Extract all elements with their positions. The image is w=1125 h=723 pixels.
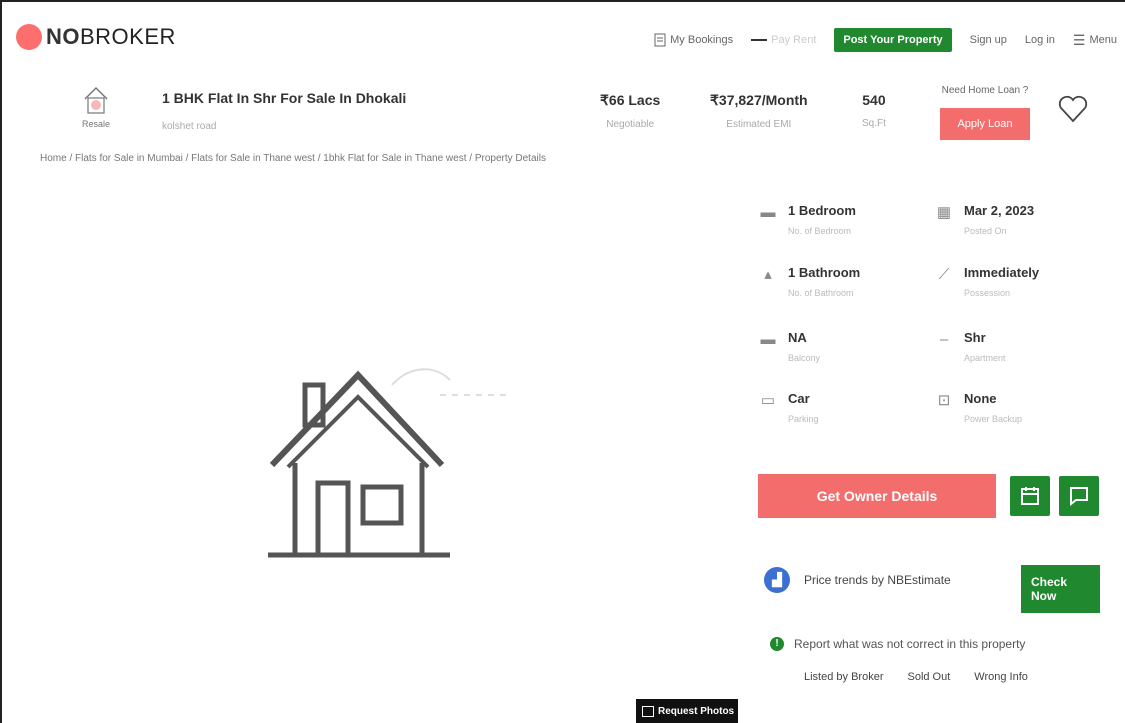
- logo-text-no: NO: [46, 24, 80, 49]
- detail-value: Car: [788, 391, 810, 406]
- detail-bathroom: ▴ 1 Bathroom No. of Bathroom: [758, 265, 860, 298]
- menu-label: Menu: [1089, 34, 1117, 46]
- my-bookings-label: My Bookings: [670, 34, 734, 46]
- log-in-link[interactable]: Log in: [1025, 34, 1055, 46]
- apply-loan-button[interactable]: Apply Loan: [940, 108, 1030, 140]
- detail-value: NA: [788, 330, 807, 345]
- calendar-icon: ▦: [936, 204, 952, 221]
- detail-value: Shr: [964, 330, 986, 345]
- chat-icon: [1070, 487, 1088, 506]
- alert-icon: !: [770, 637, 784, 651]
- shortlist-button[interactable]: [1058, 95, 1088, 128]
- breadcrumb[interactable]: Home / Flats for Sale in Mumbai / Flats …: [40, 153, 546, 164]
- detail-power-backup: ⊡ None Power Backup: [934, 391, 1022, 424]
- resale-label: Resale: [81, 119, 110, 129]
- sold-out-option[interactable]: Sold Out: [907, 671, 950, 683]
- emi-value: ₹37,827/Month: [710, 92, 808, 108]
- heart-icon: [1058, 95, 1088, 123]
- detail-label: Posted On: [964, 226, 1007, 236]
- detail-apartment: – Shr Apartment: [934, 330, 1006, 363]
- detail-balcony: ▬ NA Balcony: [758, 330, 821, 363]
- detail-value: Immediately: [964, 265, 1040, 280]
- detail-label: Power Backup: [964, 414, 1023, 424]
- area-block: 540 Sq.Ft: [862, 92, 886, 129]
- pay-rent-link[interactable]: Pay Rent: [751, 34, 816, 46]
- property-summary: Resale 1 BHK Flat In Shr For Sale In Dho…: [0, 85, 1125, 145]
- logo-dot-icon: [16, 24, 42, 50]
- wrong-info-option[interactable]: Wrong Info: [974, 671, 1028, 683]
- post-property-button[interactable]: Post Your Property: [834, 28, 952, 52]
- schedule-visit-button[interactable]: [1010, 476, 1050, 516]
- chart-icon: ▟: [764, 567, 790, 593]
- get-owner-details-button[interactable]: Get Owner Details: [758, 474, 996, 518]
- area-value: 540: [862, 92, 886, 108]
- detail-label: No. of Bathroom: [788, 288, 854, 298]
- detail-bedroom: ▬ 1 Bedroom No. of Bedroom: [758, 203, 856, 236]
- detail-value: 1 Bathroom: [788, 265, 861, 280]
- detail-label: Apartment: [964, 353, 1006, 363]
- building-icon: –: [939, 331, 949, 348]
- detail-value: None: [964, 391, 997, 406]
- report-label: Report what was not correct in this prop…: [794, 637, 1026, 651]
- resale-house-icon: [84, 86, 108, 114]
- bath-icon: ▴: [764, 266, 772, 283]
- detail-possession: ⟋ Immediately Possession: [934, 265, 1039, 298]
- report-options: Listed by Broker Sold Out Wrong Info: [804, 671, 1028, 683]
- house-placeholder-icon: [268, 368, 510, 558]
- photo-icon: [642, 705, 654, 717]
- pay-rent-icon: [751, 39, 768, 41]
- menu-button[interactable]: ☰ Menu: [1073, 32, 1117, 49]
- bookings-icon: [654, 33, 666, 47]
- detail-label: No. of Bedroom: [788, 226, 852, 236]
- price-block: ₹66 Lacs Negotiable: [600, 92, 660, 130]
- top-header: NOBROKER My Bookings Pay Rent Post Your …: [0, 0, 1125, 78]
- price-trends-label: Price trends by NBEstimate: [804, 573, 951, 587]
- top-nav: My Bookings Pay Rent Post Your Property …: [654, 28, 1117, 52]
- hamburger-icon: ☰: [1072, 31, 1086, 48]
- sign-up-link[interactable]: Sign up: [970, 34, 1007, 46]
- logo-text-broker: BROKER: [80, 24, 176, 49]
- detail-value: 1 Bedroom: [788, 203, 856, 218]
- check-now-button[interactable]: Check Now: [1021, 565, 1100, 613]
- price-value: ₹66 Lacs: [600, 92, 661, 108]
- emi-note: Estimated EMI: [726, 119, 792, 130]
- home-loan-block: Need Home Loan ? Apply Loan: [940, 85, 1030, 140]
- calendar-icon: [1021, 487, 1039, 505]
- resale-badge: Resale: [78, 85, 114, 129]
- key-icon: ⟋: [938, 266, 950, 283]
- price-note: Negotiable: [606, 119, 655, 130]
- area-unit: Sq.Ft: [862, 118, 886, 129]
- property-location: kolshet road: [162, 121, 217, 132]
- report-row: ! Report what was not correct in this pr…: [770, 637, 1025, 651]
- detail-posted-on: ▦ Mar 2, 2023 Posted On: [934, 203, 1034, 236]
- car-icon: ▭: [760, 392, 776, 409]
- detail-value: Mar 2, 2023: [964, 203, 1035, 218]
- price-trends-row: ▟ Price trends by NBEstimate Check Now: [764, 565, 1100, 613]
- balcony-icon: ▬: [760, 331, 776, 348]
- home-loan-question: Need Home Loan ?: [941, 85, 1029, 96]
- chat-button[interactable]: [1059, 476, 1099, 516]
- bed-icon: ▬: [760, 204, 776, 221]
- emi-block[interactable]: ₹37,827/Month Estimated EMI: [710, 92, 808, 130]
- request-photos-label: Request Photos: [658, 705, 735, 717]
- detail-label: Possession: [964, 288, 1011, 298]
- power-icon: ⊡: [937, 392, 951, 409]
- detail-label: Parking: [788, 414, 819, 424]
- pay-rent-label: Pay Rent: [771, 34, 817, 46]
- nobroker-logo[interactable]: NOBROKER: [16, 24, 176, 50]
- property-details-grid: ▬ 1 Bedroom No. of Bedroom ▦ Mar 2, 2023 P…: [758, 195, 1098, 435]
- detail-parking: ▭ Car Parking: [758, 391, 819, 424]
- listed-by-broker-option[interactable]: Listed by Broker: [804, 671, 883, 683]
- property-title: 1 BHK Flat In Shr For Sale In Dhokali: [162, 90, 407, 106]
- my-bookings-link[interactable]: My Bookings: [654, 33, 733, 47]
- property-image-placeholder[interactable]: [260, 355, 520, 570]
- request-photos-button[interactable]: Request Photos: [636, 699, 738, 723]
- detail-label: Balcony: [788, 353, 821, 363]
